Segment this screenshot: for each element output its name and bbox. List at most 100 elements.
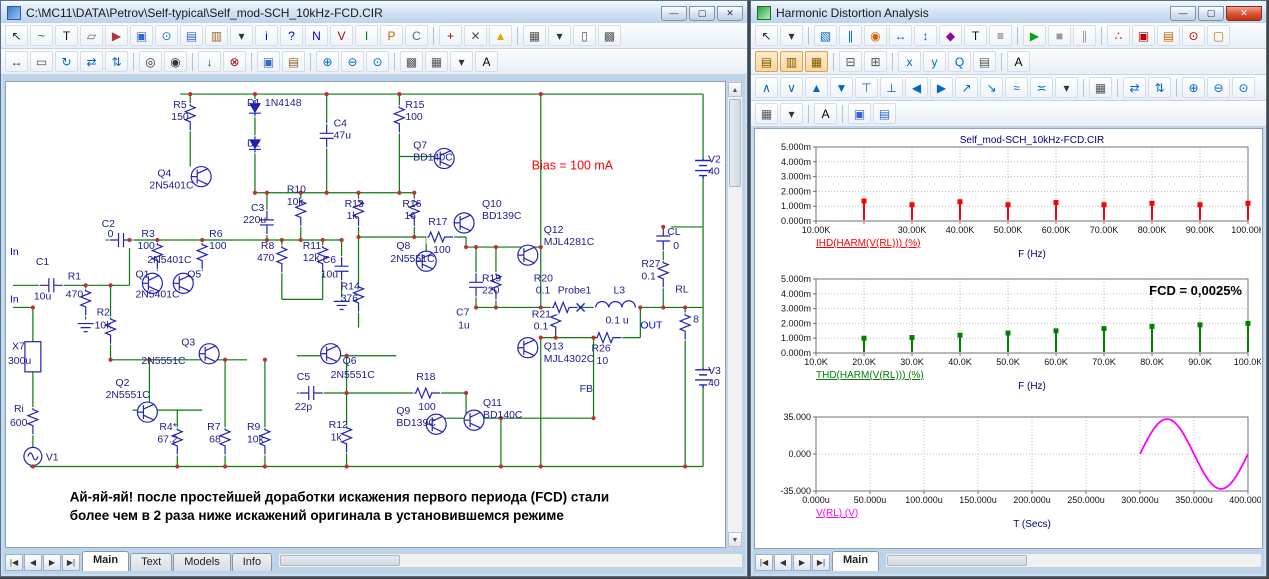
valley-tag-button[interactable]: ∨ xyxy=(780,77,803,98)
current-toggle[interactable]: I xyxy=(355,25,378,46)
point-tag-mode[interactable]: ◉ xyxy=(864,25,887,46)
pause-button[interactable]: ∥ xyxy=(1073,25,1096,46)
tab-info[interactable]: Info xyxy=(231,553,273,571)
left-titlebar[interactable]: C:\MC11\DATA\Petrov\Self-typical\Self_mo… xyxy=(1,1,747,23)
scale-mode[interactable]: ▧ xyxy=(814,25,837,46)
clipboard-dropdown[interactable]: ▾ xyxy=(230,25,253,46)
zoom-out-button[interactable]: ⊖ xyxy=(341,51,364,72)
charts-container[interactable]: 5.000m 4.000m 3.000m 2.000m 1.000m 0.000m 10.0… xyxy=(755,129,1262,546)
select-box-tool[interactable]: ▭ xyxy=(30,51,53,72)
hscroll-thumb[interactable] xyxy=(280,555,401,566)
minimize-button[interactable]: — xyxy=(1170,5,1196,21)
power-toggle[interactable]: P xyxy=(380,25,403,46)
page-panel-button[interactable]: ▩ xyxy=(598,25,621,46)
properties-button[interactable]: ≡ xyxy=(989,25,1012,46)
schematic-canvas[interactable]: R5 150 D1 1N4148 D2 C4 47u R15 100 Q7 BD140C V2 40 Bi… xyxy=(5,81,726,548)
select-tool[interactable]: ↖ xyxy=(5,25,28,46)
find-button[interactable]: ◎ xyxy=(139,51,162,72)
grid-button[interactable]: ▦ xyxy=(755,103,778,124)
first-page-button[interactable]: |◀ xyxy=(755,554,773,571)
numeric-grid-button[interactable]: ▦ xyxy=(1089,77,1112,98)
horizontal-panels-toggle[interactable]: ▤ xyxy=(755,51,778,72)
node-voltages-toggle[interactable]: V xyxy=(330,25,353,46)
next-page-button[interactable]: ▶ xyxy=(793,554,811,571)
copy-page-button[interactable]: ▤ xyxy=(873,103,896,124)
minimize-button[interactable]: — xyxy=(661,5,687,21)
prev-page-button[interactable]: ◀ xyxy=(24,554,42,571)
scroll-down-button[interactable]: ▼ xyxy=(728,532,742,547)
run-button[interactable]: ▶ xyxy=(1023,25,1046,46)
zoom-out-button[interactable]: ⊖ xyxy=(1207,77,1230,98)
cursor-link-button[interactable]: ⇄ xyxy=(1123,77,1146,98)
zoom-in-button[interactable]: ⊕ xyxy=(316,51,339,72)
collapse-panel-button[interactable]: ⊟ xyxy=(839,51,862,72)
tab-main[interactable]: Main xyxy=(82,551,130,571)
bottom-tag-button[interactable]: ⊥ xyxy=(880,77,903,98)
node-numbers-toggle[interactable]: N xyxy=(305,25,328,46)
chart-2[interactable]: 5.000m4.000m3.000m2.000m1.000m0.000m10.0… xyxy=(756,270,1261,408)
waveform-dropdown[interactable]: ▾ xyxy=(1055,77,1078,98)
last-page-button[interactable]: ▶| xyxy=(62,554,80,571)
mirror-button[interactable]: ⇄ xyxy=(80,51,103,72)
chart-1[interactable]: 5.000m4.000m3.000m2.000m1.000m0.000m10.0… xyxy=(756,132,1261,270)
grid-button-2[interactable]: ▦ xyxy=(425,51,448,72)
hscroll-thumb[interactable] xyxy=(887,555,1028,566)
close-button[interactable]: ✕ xyxy=(1226,5,1262,21)
chart-panel-2[interactable]: 5.000m 4.000m 3.000m 2.000m 1.000m 0.000m 10.0… xyxy=(755,270,1262,408)
right-edge-tag-button[interactable]: ▶ xyxy=(930,77,953,98)
text-tool[interactable]: T xyxy=(964,25,987,46)
exit-button[interactable]: ▢ xyxy=(1207,25,1230,46)
print-button[interactable]: ▤ xyxy=(973,51,996,72)
fall-tag-button[interactable]: ↘ xyxy=(980,77,1003,98)
schematic-drawing[interactable]: R5150D1 1N4148D2C447uR15100Q7BD140C V240Bi… xyxy=(6,82,725,547)
rise-tag-button[interactable]: ↗ xyxy=(955,77,978,98)
last-page-button[interactable]: ▶| xyxy=(812,554,830,571)
grid-button[interactable]: ▦ xyxy=(523,25,546,46)
grid-dropdown[interactable]: ▾ xyxy=(780,103,803,124)
text-attributes-button[interactable]: A xyxy=(814,103,837,124)
help-button[interactable]: ? xyxy=(280,25,303,46)
expand-panel-button[interactable]: ⊞ xyxy=(864,51,887,72)
cross-hair-toggle[interactable]: ✕ xyxy=(464,25,487,46)
envelope-tag-button[interactable]: ≍ xyxy=(1030,77,1053,98)
top-tag-button[interactable]: ⊤ xyxy=(855,77,878,98)
warning-badge[interactable]: ▲ xyxy=(489,25,512,46)
graphics-mode[interactable]: ▱ xyxy=(80,25,103,46)
left-edge-tag-button[interactable]: ◀ xyxy=(905,77,928,98)
right-titlebar[interactable]: Harmonic Distortion Analysis — ▢ ✕ xyxy=(751,1,1266,23)
picture-mode[interactable]: ▣ xyxy=(130,25,153,46)
data-points-button[interactable]: ∴ xyxy=(1107,25,1130,46)
schematic-vscrollbar[interactable]: ▲ ▼ xyxy=(727,81,743,548)
text-mode[interactable]: T xyxy=(55,25,78,46)
grid-dropdown-2[interactable]: ▾ xyxy=(450,51,473,72)
paste-button[interactable]: ▥ xyxy=(205,25,228,46)
close-button[interactable]: ✕ xyxy=(717,5,743,21)
pan-tool[interactable]: ↔ xyxy=(5,51,28,72)
horizontal-tag-mode[interactable]: ↔ xyxy=(889,25,912,46)
y-log-toggle[interactable]: y xyxy=(923,51,946,72)
pin-connections-toggle[interactable]: + xyxy=(439,25,462,46)
stop-button[interactable]: ■ xyxy=(1048,25,1071,46)
find-next-button[interactable]: ◉ xyxy=(164,51,187,72)
low-tag-button[interactable]: ▼ xyxy=(830,77,853,98)
chart-panel-1[interactable]: 5.000m 4.000m 3.000m 2.000m 1.000m 0.000m 10.0… xyxy=(755,132,1262,270)
tab-main[interactable]: Main xyxy=(832,551,880,571)
condition-toggle[interactable]: C xyxy=(405,25,428,46)
watch-button[interactable]: ⊙ xyxy=(1182,25,1205,46)
prev-page-button[interactable]: ◀ xyxy=(774,554,792,571)
select-cursor[interactable]: ↖ xyxy=(755,25,778,46)
info-button[interactable]: i xyxy=(255,25,278,46)
plot-area[interactable]: 5.000m 4.000m 3.000m 2.000m 1.000m 0.000m 10.0… xyxy=(754,128,1263,549)
chart-panel-3[interactable]: 35.000 0.000 -35.000 0.000u 50.000u 100.000u 1… xyxy=(755,408,1262,546)
tab-models[interactable]: Models xyxy=(173,553,231,571)
performance-tag-mode[interactable]: ◆ xyxy=(939,25,962,46)
text-attributes-button[interactable]: A xyxy=(475,51,498,72)
high-tag-button[interactable]: ▲ xyxy=(805,77,828,98)
q-scale-toggle[interactable]: Q xyxy=(948,51,971,72)
zoom-auto-button[interactable]: ⊙ xyxy=(1232,77,1255,98)
first-page-button[interactable]: |◀ xyxy=(5,554,23,571)
camera-button[interactable]: ▩ xyxy=(400,51,423,72)
component-mode[interactable]: ⊙ xyxy=(155,25,178,46)
cursor-dropdown[interactable]: ▾ xyxy=(780,25,803,46)
overlay-panels-toggle[interactable]: ▦ xyxy=(805,51,828,72)
